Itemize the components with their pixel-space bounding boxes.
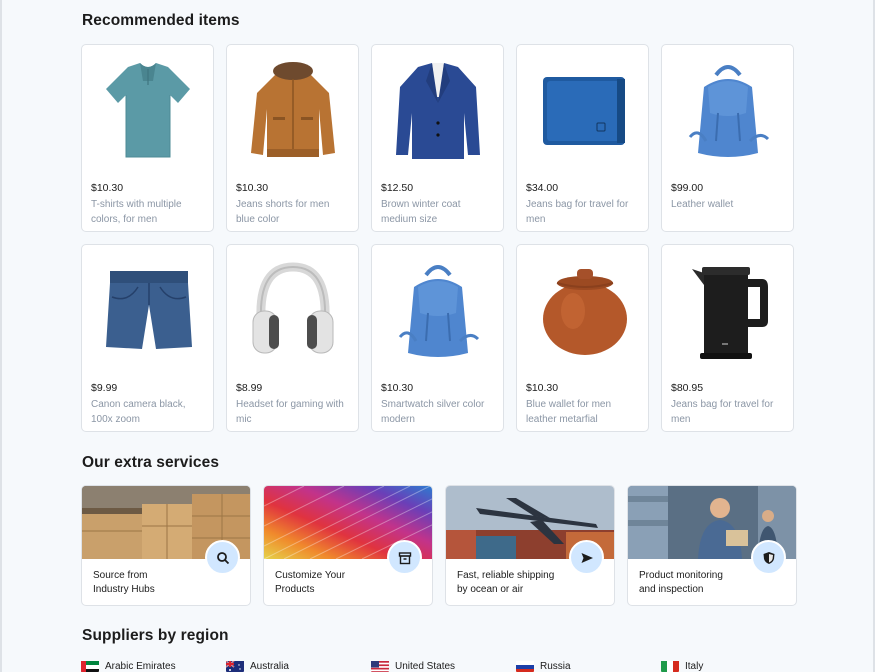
product-name: Smartwatch silver color modern (381, 399, 485, 425)
region-australia[interactable]: Australia (226, 660, 371, 672)
regions-row: Arabic Emirates Australia United States … (81, 660, 806, 672)
product-card[interactable]: $8.99 Headset for gaming with mic (226, 244, 359, 432)
backpack-image (381, 254, 495, 368)
region-arabic-emirates[interactable]: Arabic Emirates (81, 660, 226, 672)
service-card-monitoring[interactable]: Product monitoring and inspection (627, 485, 797, 606)
product-price: $10.30 (91, 182, 124, 194)
product-price: $9.99 (91, 382, 118, 394)
product-price: $8.99 (236, 382, 263, 394)
product-card[interactable]: $10.30 Blue wallet for men leather metar… (516, 244, 649, 432)
service-card-shipping[interactable]: Fast, reliable shipping by ocean or air (445, 485, 615, 606)
headphones-image (236, 254, 350, 368)
product-card[interactable]: $10.30 Smartwatch silver color modern (371, 244, 504, 432)
regions-title: Suppliers by region (82, 627, 229, 644)
usa-flag-icon (371, 660, 389, 672)
service-card-customize[interactable]: Customize Your Products (263, 485, 433, 606)
product-card[interactable]: $34.00 Jeans bag for travel for men (516, 44, 649, 232)
australia-flag-icon (226, 660, 244, 672)
product-price: $10.30 (236, 182, 269, 194)
product-price: $10.30 (381, 382, 414, 394)
clay-pot-image (526, 254, 640, 368)
product-name: T-shirts with multiple colors, for men (91, 199, 182, 225)
wallet-image (526, 54, 640, 168)
product-card[interactable]: $10.30 Jeans shorts for men blue color (226, 44, 359, 232)
product-price: $80.95 (671, 382, 704, 394)
service-card-source[interactable]: Source from Industry Hubs (81, 485, 251, 606)
region-name: Russia (540, 660, 571, 672)
product-card[interactable]: $12.50 Brown winter coat medium size (371, 44, 504, 232)
page-frame-left (0, 0, 2, 672)
product-name: Jeans bag for travel for men (526, 199, 629, 225)
product-card[interactable]: $10.30 T-shirts with multiple colors, fo… (81, 44, 214, 232)
product-price: $99.00 (671, 182, 704, 194)
services-row: Source from Industry Hubs Customize Your… (81, 485, 797, 606)
italy-flag-icon (661, 660, 679, 672)
service-label: Fast, reliable shipping by ocean or air (457, 570, 555, 595)
product-name: Canon camera black, 100x zoom (91, 399, 186, 425)
product-card[interactable]: $99.00 Leather wallet (661, 44, 794, 232)
service-label: Customize Your Products (275, 570, 346, 595)
jacket-image (236, 54, 350, 168)
region-name: United States (395, 660, 456, 672)
product-name: Brown winter coat medium size (381, 199, 461, 225)
region-name: Italy (685, 660, 704, 672)
kettle-image (671, 254, 785, 368)
tshirt-image (91, 54, 205, 168)
recommended-grid: $10.30 T-shirts with multiple colors, fo… (81, 44, 794, 432)
region-russia[interactable]: Russia (516, 660, 661, 672)
region-united-states[interactable]: United States (371, 660, 516, 672)
product-card[interactable]: $80.95 Jeans bag for travel for men (661, 244, 794, 432)
uae-flag-icon (81, 660, 99, 672)
recommended-title: Recommended items (82, 12, 240, 29)
service-label: Source from Industry Hubs (93, 570, 155, 595)
product-name: Jeans shorts for men blue color (236, 199, 330, 225)
russia-flag-icon (516, 660, 534, 672)
region-italy[interactable]: Italy (661, 660, 806, 672)
product-name: Blue wallet for men leather metarfial (526, 399, 612, 425)
blazer-image (381, 54, 495, 168)
product-price: $10.30 (526, 382, 559, 394)
region-name: Arabic Emirates (105, 660, 176, 672)
product-card[interactable]: $9.99 Canon camera black, 100x zoom (81, 244, 214, 432)
service-label: Product monitoring and inspection (639, 570, 723, 595)
services-title: Our extra services (82, 454, 220, 471)
shorts-image (91, 254, 205, 368)
product-price: $12.50 (381, 182, 414, 194)
region-name: Australia (250, 660, 289, 672)
product-name: Leather wallet (671, 199, 734, 210)
product-price: $34.00 (526, 182, 559, 194)
product-name: Jeans bag for travel for men (671, 399, 774, 425)
backpack-image (671, 54, 785, 168)
product-name: Headset for gaming with mic (236, 399, 344, 425)
